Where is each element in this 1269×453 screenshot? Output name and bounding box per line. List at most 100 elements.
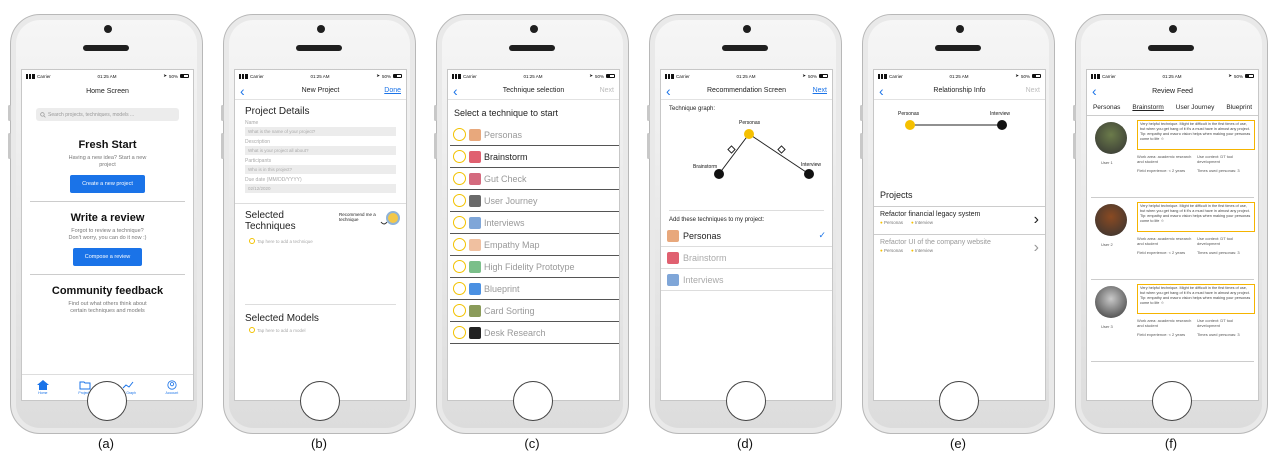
recommend-button[interactable]: Recommend me a technique (339, 212, 379, 222)
avatar (1095, 204, 1127, 236)
add-technique-link[interactable]: Tap here to add a technique (249, 238, 392, 244)
home-hardware-button[interactable] (87, 381, 127, 421)
back-chevron-icon[interactable]: ‹ (453, 84, 477, 98)
status-bar: Carrier 01:25 AM ➤ 50% (22, 70, 193, 82)
create-project-button[interactable]: Create a new project (70, 175, 145, 193)
home-screen: Carrier 01:25 AM ➤ 50% Home Screen Searc… (21, 69, 194, 401)
technique-row[interactable]: Blueprint (450, 278, 619, 300)
technique-icon (469, 238, 481, 251)
caption-b: (b) (311, 436, 327, 451)
section-text: Find out what others think about certain… (68, 301, 147, 314)
technique-tabs: Personas Brainstorm User Journey Bluepri… (1087, 100, 1258, 116)
camera (104, 25, 112, 33)
tab-user-journey[interactable]: User Journey (1176, 104, 1215, 111)
node-interview (997, 120, 1007, 130)
technique-icon (469, 282, 481, 295)
select-circle[interactable] (453, 304, 466, 317)
technique-row[interactable]: Desk Research (450, 322, 619, 344)
back-chevron-icon[interactable]: ‹ (240, 84, 264, 98)
tab-brainstorm[interactable]: Brainstorm (1132, 104, 1163, 111)
node-interview[interactable] (804, 169, 814, 179)
technique-graph: Personas Brainstorm Interview (661, 112, 832, 202)
phone-frame-f: Carrier 01:25 AM ➤ 50% ‹ Review Feed Perso… (1073, 14, 1268, 434)
select-circle[interactable] (453, 326, 466, 339)
back-chevron-icon[interactable]: ‹ (666, 84, 690, 98)
project-field-input[interactable]: 02/12/2020 (245, 184, 396, 193)
project-field-input[interactable]: Who is in this project? (245, 165, 396, 174)
select-circle[interactable] (453, 238, 466, 251)
selected-models-heading: Selected Models (245, 304, 396, 324)
review-meta: Work area: academic research and student (1137, 154, 1192, 164)
tab-home[interactable]: Home (36, 380, 49, 395)
compose-review-button[interactable]: Compose a review (72, 248, 143, 266)
technique-row[interactable]: High Fidelity Prototype (450, 256, 619, 278)
node-brainstorm[interactable] (714, 169, 724, 179)
technique-row[interactable]: Card Sorting (450, 300, 619, 322)
next-button[interactable]: Next (590, 87, 614, 94)
technique-row[interactable]: Personas (450, 124, 619, 146)
next-button[interactable]: Next (803, 87, 827, 94)
tab-personas[interactable]: Personas (1093, 104, 1120, 111)
nav-bar: ‹ Review Feed (1087, 82, 1258, 100)
technique-row[interactable]: Brainstorm (450, 146, 619, 168)
tab-blueprint[interactable]: Blueprint (1226, 104, 1252, 111)
avatar (1095, 286, 1127, 318)
done-button[interactable]: Done (377, 87, 401, 94)
field-label: Due date (MM/DD/YYYY) (245, 177, 302, 183)
tab-account[interactable]: Account (166, 380, 178, 395)
node-personas[interactable] (744, 129, 754, 139)
section-text: Forgot to review a technique? Don't worr… (68, 228, 147, 241)
select-circle[interactable] (453, 282, 466, 295)
rec-item-interviews[interactable]: Interviews (661, 269, 832, 291)
select-circle[interactable] (453, 128, 466, 141)
user-name: User 3 (1101, 324, 1113, 329)
relationship-info-screen: Carrier 01:25 AM ➤ 50% ‹ Relationship Info… (873, 69, 1046, 401)
technique-row[interactable]: Empathy Map (450, 234, 619, 256)
award-badge-icon[interactable] (379, 208, 401, 230)
review-bubble: Very helpful technique. Might be difficu… (1137, 120, 1255, 150)
back-chevron-icon[interactable]: ‹ (1092, 84, 1116, 98)
project-row[interactable]: Refactor financial legacy system ● Person… (874, 206, 1045, 234)
add-model-link[interactable]: Tap here to add a model (249, 327, 392, 333)
technique-row[interactable]: Interviews (450, 212, 619, 234)
caption-f: (f) (1164, 436, 1178, 451)
technique-label: Gut Check (484, 173, 527, 184)
recommendation-screen: Carrier 01:25 AM ➤ 50% ‹ Recommendation Sc… (660, 69, 833, 401)
search-icon (40, 111, 46, 118)
project-details-heading: Project Details (245, 106, 310, 117)
next-button[interactable]: Next (1016, 87, 1040, 94)
review-meta: Field experience: < 2 years (1137, 332, 1186, 337)
select-circle[interactable] (453, 172, 466, 185)
review-card: Very helpful technique. Might be difficu… (1091, 198, 1255, 280)
review-card: Very helpful technique. Might be difficu… (1091, 116, 1255, 198)
caption-c: (c) (524, 436, 540, 451)
graph-icon (122, 381, 134, 389)
rec-item-brainstorm[interactable]: Brainstorm (661, 247, 832, 269)
phone-frame-c: Carrier 01:25 AM ➤ 50% ‹ Technique selecti… (434, 14, 629, 434)
project-name: Refactor financial legacy system (880, 211, 981, 218)
rec-item-personas[interactable]: Personas ✓ (661, 225, 832, 247)
project-field-input[interactable]: What is your project all about? (245, 146, 396, 155)
select-circle[interactable] (453, 260, 466, 273)
select-circle[interactable] (453, 194, 466, 207)
technique-row[interactable]: User Journey (450, 190, 619, 212)
technique-label: User Journey (484, 195, 538, 206)
technique-icon (469, 304, 481, 317)
review-meta: Work area: academic research and student (1137, 236, 1192, 246)
page-title: New Project (301, 87, 340, 94)
technique-label: Interviews (484, 217, 525, 228)
technique-row[interactable]: Gut Check (450, 168, 619, 190)
project-name: Refactor UI of the company website (880, 239, 991, 246)
project-field-input[interactable]: What is the name of your project? (245, 127, 396, 136)
add-techniques-label: Add these techniques to my project: (669, 210, 824, 223)
node-label: Interview (801, 162, 822, 168)
project-row[interactable]: Refactor UI of the company website ● Pers… (874, 234, 1045, 262)
node-label: Personas (739, 120, 761, 126)
select-circle[interactable] (453, 216, 466, 229)
field-label: Participants (245, 158, 272, 164)
account-icon (167, 380, 177, 390)
select-circle[interactable] (453, 150, 466, 163)
back-chevron-icon[interactable]: ‹ (879, 84, 903, 98)
nav-bar: Home Screen (22, 82, 193, 100)
search-input[interactable]: Search projects, techniques, models ... (36, 108, 179, 121)
